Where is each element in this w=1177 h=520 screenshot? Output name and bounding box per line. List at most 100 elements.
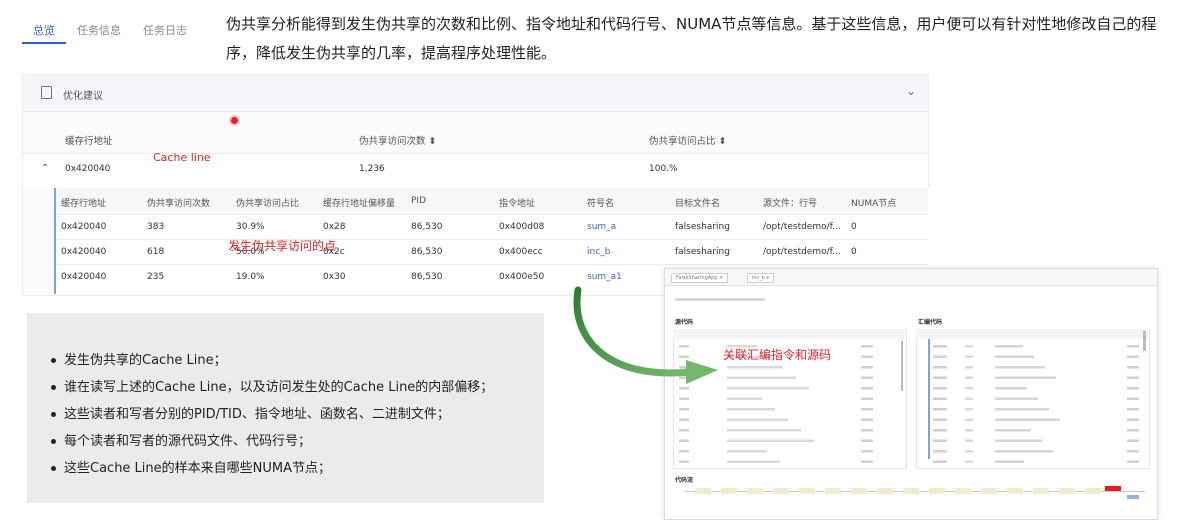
asm-line-col [965,450,973,453]
chevron-down-icon[interactable]: ⌄ [906,84,916,98]
cache-line-annotation: Cache line [153,151,211,164]
sub-header-count: 伪共享访问次数 [147,199,211,209]
asm-line-value [1127,450,1139,453]
asm-line-address [933,429,947,432]
source-line-value [861,397,873,400]
cell-object: falsesharing [675,247,730,257]
sub-header-address: 缓存行地址 [61,199,107,209]
collapse-icon[interactable]: ⌃ [41,163,49,174]
cell-address: 0x420040 [65,164,111,174]
asm-line-col [965,397,973,400]
source-line-value [861,408,873,411]
asm-line-text [995,439,1042,442]
flow-node [799,488,815,494]
asm-line-text [995,450,1053,453]
source-line-value [861,355,873,358]
asm-line-address [933,397,947,400]
asm-line-value [1127,366,1139,369]
list-item: 发生伪共享的Cache Line； [49,347,493,374]
asm-line-col [965,366,973,369]
flow-node [695,488,711,494]
asm-line-text [995,345,1023,348]
source-line-value [861,345,873,348]
asm-line-value [1127,418,1139,421]
source-line-text [727,450,767,453]
asm-line-text [995,376,1056,379]
source-line-number [679,450,689,453]
feature-list: 发生伪共享的Cache Line； 谁在读写上述的Cache Line，以及访问… [49,347,493,482]
link-arrow [573,286,718,384]
source-line-number [679,418,689,421]
document-icon [41,86,52,99]
tab-task-log[interactable]: 任务日志 [132,12,198,44]
asm-line-col [965,345,973,348]
source-line-value [861,439,873,442]
asm-line-address [933,345,947,348]
false-sharing-panel: 优化建议 ⌄ 缓存行地址 伪共享访问次数 ⬍ 伪共享访问占比 ⬍ ⌃ 0x420… [22,74,930,296]
asm-line-col [965,408,973,411]
asm-line-value [1127,345,1139,348]
sub-header-offset: 缓存行地址偏移量 [323,199,396,209]
list-item: 谁在读写上述的Cache Line，以及访问发生处的Cache Line的内部偏… [49,374,493,401]
asm-line-col [965,387,973,390]
col-header-count[interactable]: 伪共享访问次数 ⬍ [359,133,437,147]
asm-line-address [933,460,947,463]
tab-overview[interactable]: 总览 [22,12,66,44]
cell-offset: 0x28 [323,222,346,232]
symbol-link[interactable]: inc_b [587,247,610,257]
sort-icon[interactable]: ⬍ [719,136,727,147]
asm-line-address [933,418,947,421]
cell-instr: 0x400ecc [499,247,543,257]
asm-line-value [1127,387,1139,390]
optimization-row[interactable]: 优化建议 ⌄ [23,75,928,112]
asm-line-value [1127,460,1139,463]
sub-header-symbol: 符号名 [587,199,615,209]
sub-header-numa: NUMA节点 [851,199,897,209]
flow-node [1085,488,1101,494]
asm-line-value [1127,355,1139,358]
source-line-value [861,387,873,390]
sub-header-pid: PID [411,196,427,206]
asm-line-value [1127,397,1139,400]
cell-pid: 86,530 [411,247,443,257]
flow-node [903,488,919,494]
flow-node [1059,488,1075,494]
tab-task-info[interactable]: 任务信息 [66,12,132,44]
source-line-value [861,450,873,453]
source-line-value [861,418,873,421]
cell-offset: 0x30 [323,272,346,282]
list-item: 这些读者和写者分别的PID/TID、指令地址、函数名、二进制文件； [49,401,493,428]
asm-line-text [995,397,1038,400]
asm-line-address [933,450,947,453]
asm-line-text [995,460,1024,463]
cell-count: 618 [147,247,165,257]
source-line-value [861,460,873,463]
optimization-label: 优化建议 [63,91,103,102]
col-header-address: 缓存行地址 [65,136,113,147]
flow-node [877,488,893,494]
col-header-ratio[interactable]: 伪共享访问占比 ⬍ [649,133,727,147]
cell-ratio: 19.0% [236,272,265,282]
asm-line-col [965,355,973,358]
source-line-text [727,408,775,411]
sub-header-object: 目标文件名 [675,199,721,209]
asm-line-value [1127,429,1139,432]
cell-ratio: 30.9% [236,222,265,232]
asm-line-address [933,366,947,369]
cursor-marker [231,117,238,124]
asm-line-value [1127,439,1139,442]
sub-header-ratio: 伪共享访问占比 [236,199,300,209]
source-line-text [727,429,801,432]
cell-count: 1,236 [359,164,385,174]
cell-address: 0x420040 [61,247,107,257]
asm-line-address [933,387,947,390]
asm-line-col [965,460,973,463]
sort-icon[interactable]: ⬍ [429,136,437,147]
flow-node [981,488,997,494]
flow-node [721,488,737,494]
symbol-link[interactable]: sum_a [587,222,616,232]
asm-line-address [933,376,947,379]
source-line-text [727,439,814,442]
cell-address: 0x420040 [61,272,107,282]
cell-source: /opt/testdemo/f... [763,222,841,232]
